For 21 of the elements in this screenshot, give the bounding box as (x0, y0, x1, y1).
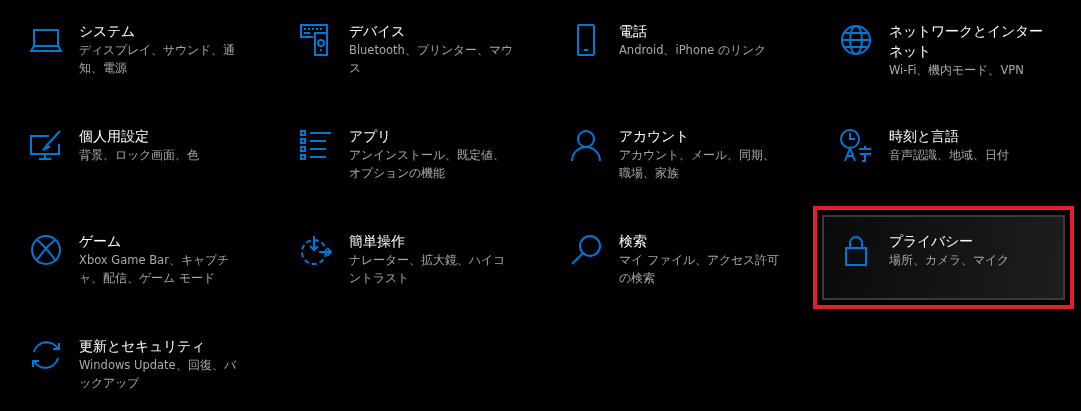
monitor-brush-icon (29, 128, 63, 162)
list-icon (299, 128, 333, 162)
settings-tile[interactable]: 更新とセキュリティ Windows Update、回復、バックアップ (12, 320, 255, 405)
sync-icon (29, 338, 63, 372)
settings-tile[interactable]: 簡単操作 ナレーター、拡大鏡、ハイコントラスト (282, 215, 525, 300)
settings-tile[interactable]: 電話 Android、iPhone のリンク (552, 5, 795, 90)
settings-tile[interactable]: デバイス Bluetooth、プリンター、マウス (282, 5, 525, 90)
settings-tile[interactable]: 時刻と言語 音声認識、地域、日付 (822, 110, 1065, 195)
settings-tile[interactable]: ゲーム Xbox Game Bar、キャプチャ、配信、ゲーム モード (12, 215, 255, 300)
settings-tile[interactable]: 検索 マイ ファイル、アクセス許可の検索 (552, 215, 795, 300)
globe-icon (839, 23, 873, 57)
person-icon (569, 128, 603, 162)
settings-tile[interactable]: 個人用設定 背景、ロック画面、色 (12, 110, 255, 195)
ease-of-access-icon (299, 233, 333, 267)
settings-tile[interactable]: アプリ アンインストール、既定値、オプションの機能 (282, 110, 525, 195)
search-icon (569, 233, 603, 267)
clock-language-icon (839, 128, 873, 162)
settings-tile[interactable]: アカウント アカウント、メール、同期、職場、家族 (552, 110, 795, 195)
settings-tile[interactable]: システム ディスプレイ、サウンド、通知、電源 (12, 5, 255, 90)
xbox-icon (29, 233, 63, 267)
settings-tile[interactable]: ネットワークとインターネット Wi-Fi、機内モード、VPN (822, 5, 1065, 90)
